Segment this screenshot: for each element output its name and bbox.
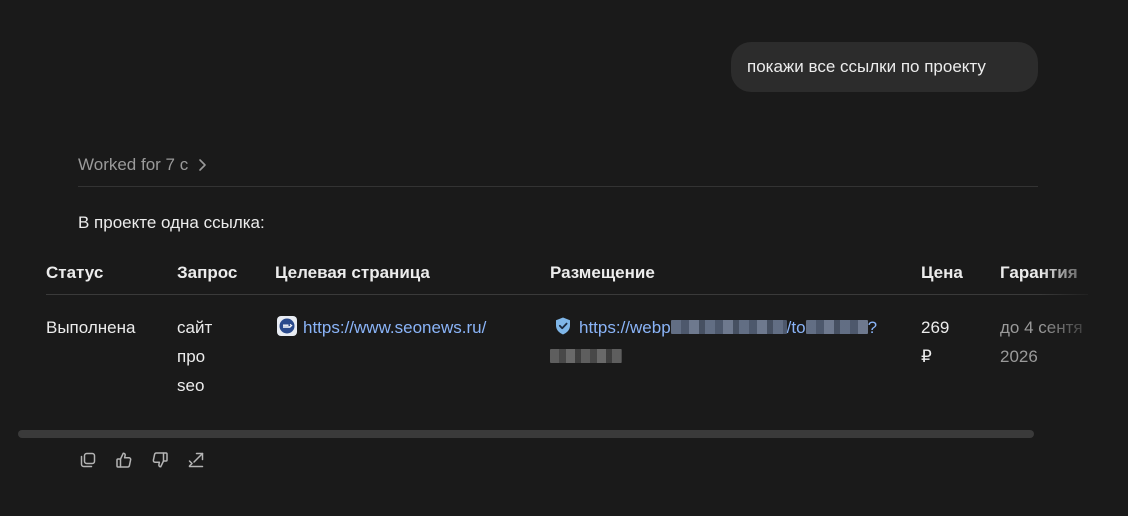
thumbs-up-icon bbox=[116, 452, 132, 468]
query-line: про bbox=[177, 347, 206, 366]
header-target: Целевая страница bbox=[275, 263, 430, 282]
redacted-url-part bbox=[805, 320, 868, 334]
copy-icon bbox=[80, 452, 96, 468]
cell-price: 269 ₽ bbox=[921, 313, 949, 371]
dislike-button[interactable] bbox=[150, 450, 170, 470]
price-value: 269 bbox=[921, 318, 950, 337]
share-icon bbox=[188, 452, 204, 468]
table-header-divider bbox=[46, 294, 1088, 295]
chevron-right-icon bbox=[199, 159, 207, 171]
guarantee-line: 2026 bbox=[1000, 347, 1038, 366]
header-query: Запрос bbox=[177, 263, 238, 282]
header-guarantee: Гарантия bbox=[1000, 263, 1078, 282]
cell-guarantee: до 4 сентя 2026 bbox=[1000, 313, 1083, 371]
thumbs-down-icon bbox=[152, 452, 168, 468]
message-actions bbox=[78, 450, 206, 470]
worked-for-toggle[interactable]: Worked for 7 с bbox=[78, 155, 207, 175]
target-url-link[interactable]: https://www.seonews.ru/ bbox=[277, 316, 486, 337]
worked-for-label: Worked for 7 с bbox=[78, 155, 189, 174]
header-status: Статус bbox=[46, 263, 104, 282]
placement-url-link[interactable]: https://webp/to? bbox=[553, 317, 877, 337]
seonews-favicon-icon bbox=[277, 316, 297, 336]
redacted-url-part bbox=[550, 349, 622, 363]
redacted-url-part bbox=[670, 320, 787, 334]
header-price: Цена bbox=[921, 263, 963, 282]
price-currency: ₽ bbox=[921, 347, 932, 366]
like-button[interactable] bbox=[114, 450, 134, 470]
table-horizontal-scrollbar[interactable] bbox=[18, 430, 1034, 438]
copy-button[interactable] bbox=[78, 450, 98, 470]
cell-status: Выполнена bbox=[46, 318, 136, 337]
query-line: seo bbox=[177, 376, 205, 395]
user-message-bubble: покажи все ссылки по проекту bbox=[731, 42, 1038, 92]
shield-icon bbox=[556, 317, 570, 335]
header-placement: Размещение bbox=[550, 263, 655, 282]
guarantee-line: до 4 сентя bbox=[1000, 318, 1083, 337]
answer-intro: В проекте одна ссылка: bbox=[78, 213, 265, 232]
cell-query: сайт про seo bbox=[177, 313, 212, 400]
user-message-text: покажи все ссылки по проекту bbox=[747, 57, 986, 76]
cell-placement: https://webp/to? bbox=[550, 313, 877, 371]
links-table: Статус Запрос Целевая страница Размещени… bbox=[0, 250, 1088, 400]
share-button[interactable] bbox=[186, 450, 206, 470]
cell-target: https://www.seonews.ru/ bbox=[277, 313, 486, 342]
divider bbox=[78, 186, 1038, 187]
chat-page: покажи все ссылки по проекту Worked for … bbox=[0, 0, 1128, 516]
query-line: сайт bbox=[177, 318, 213, 337]
